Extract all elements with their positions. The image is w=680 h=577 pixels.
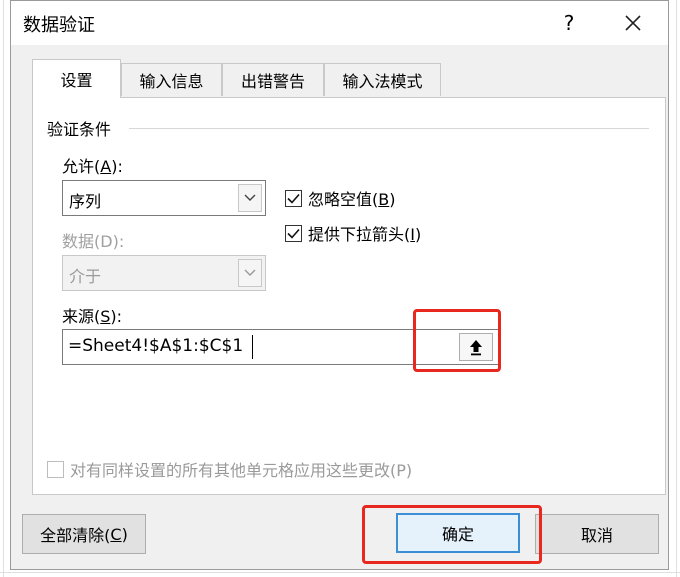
annotation-highlight-ok: [362, 505, 542, 564]
checkbox-checked-icon: [285, 189, 302, 207]
tab-ime-mode[interactable]: 输入法模式: [324, 63, 441, 96]
grid-line: [3, 0, 4, 577]
data-validation-dialog: 数据验证 ? 设置 输入信息 出错警告 输入法模式 验证条件 允许(A): 序列…: [10, 0, 669, 570]
checkbox-checked-icon: [285, 224, 302, 242]
chevron-down-icon: [238, 259, 262, 287]
text-caret: [252, 335, 253, 359]
allow-label: 允许(A):: [62, 157, 123, 176]
in-cell-dropdown-checkbox[interactable]: 提供下拉箭头(I): [285, 221, 421, 245]
data-label: 数据(D):: [62, 232, 125, 251]
tab-error-alert[interactable]: 出错警告: [222, 63, 324, 96]
clear-all-button[interactable]: 全部清除(C): [22, 514, 146, 554]
checkbox-unchecked-icon: [47, 460, 64, 478]
allow-select[interactable]: 序列: [62, 180, 266, 216]
apply-to-all-label: 对有同样设置的所有其他单元格应用这些更改(P): [70, 461, 413, 480]
data-select-value: 介于: [69, 267, 102, 286]
cancel-button[interactable]: 取消: [535, 514, 659, 554]
data-select: 介于: [62, 255, 266, 291]
tab-settings[interactable]: 设置: [32, 59, 121, 98]
settings-panel: 验证条件 允许(A): 序列 数据(D): 介于 忽略空值(B) 提供下拉箭头(…: [32, 97, 666, 495]
source-label: 来源(S):: [62, 307, 123, 326]
title-bar: 数据验证 ?: [11, 1, 668, 45]
ignore-blank-label: 忽略空值(B): [308, 190, 396, 209]
tab-input-message[interactable]: 输入信息: [121, 63, 222, 96]
grid-line: [676, 0, 677, 577]
apply-to-all-checkbox: 对有同样设置的所有其他单元格应用这些更改(P): [47, 457, 412, 481]
grid-line: [0, 572, 680, 573]
allow-select-value: 序列: [69, 192, 102, 211]
close-button[interactable]: [615, 5, 651, 41]
dialog-title: 数据验证: [23, 15, 95, 36]
validation-criteria-label: 验证条件: [47, 116, 118, 140]
annotation-highlight-collapse: [413, 309, 501, 372]
help-button[interactable]: ?: [551, 5, 587, 41]
ignore-blank-checkbox[interactable]: 忽略空值(B): [285, 186, 395, 210]
source-input-value: =Sheet4!$A$1:$C$1: [68, 336, 244, 356]
chevron-down-icon[interactable]: [238, 184, 262, 212]
group-divider: [129, 128, 649, 129]
close-icon: [625, 15, 641, 31]
in-cell-dropdown-label: 提供下拉箭头(I): [308, 225, 422, 244]
